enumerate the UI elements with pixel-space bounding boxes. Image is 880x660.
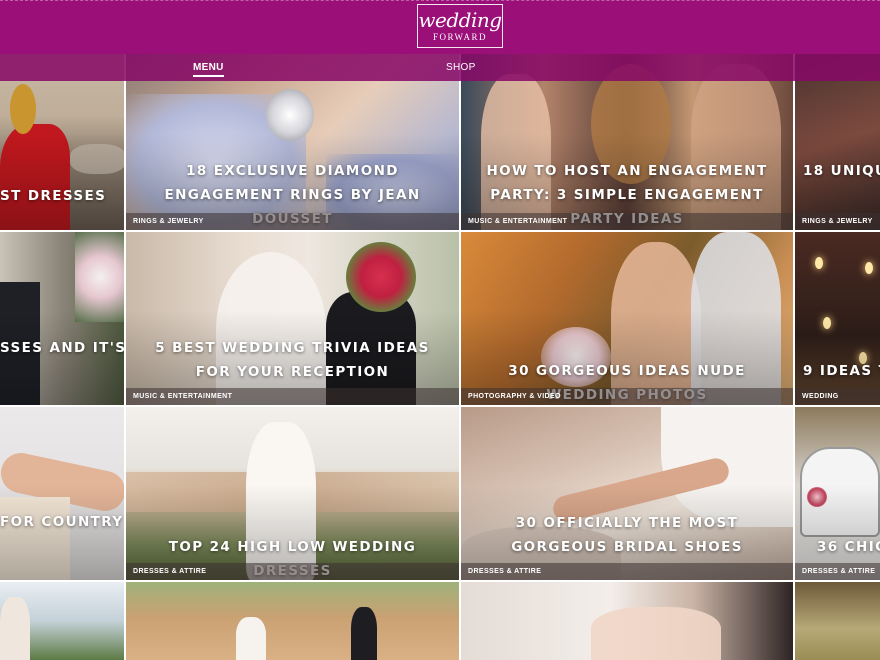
- article-title: 18 UNIQUE: [803, 163, 880, 179]
- article-card[interactable]: [795, 582, 880, 660]
- category-label[interactable]: RINGS & JEWELRY: [126, 213, 459, 230]
- article-card[interactable]: 36 CHIC DRESSES & ATTIRE: [795, 407, 880, 582]
- article-title: 5 BEST WEDDING TRIVIA IDEAS FOR YOUR REC…: [155, 340, 430, 380]
- logo-text-wedding: wedding: [418, 8, 502, 32]
- article-title: 30 OFFICIALLY THE MOST GORGEOUS BRIDAL S…: [511, 515, 743, 555]
- category-label[interactable]: DRESSES & ATTIRE: [461, 563, 793, 580]
- category-label[interactable]: RINGS & JEWELRY: [795, 213, 880, 230]
- article-title: 9 IDEAS TO: [803, 363, 880, 379]
- main-nav: MENU SHOP: [0, 54, 880, 81]
- article-card[interactable]: 30 OFFICIALLY THE MOST GORGEOUS BRIDAL S…: [461, 407, 795, 582]
- article-card[interactable]: TOP 24 HIGH LOW WEDDING DRESSES DRESSES …: [126, 407, 461, 582]
- article-card[interactable]: 9 IDEAS TO WEDDING PLANNING: [795, 232, 880, 407]
- category-label[interactable]: WEDDING PLANNING: [795, 388, 880, 405]
- category-label[interactable]: DRESSES & ATTIRE: [126, 563, 459, 580]
- logo-text-forward: FORWARD: [432, 32, 487, 42]
- article-card[interactable]: 30 GORGEOUS IDEAS NUDE WEDDING PHOTOS PH…: [461, 232, 795, 407]
- category-label[interactable]: PHOTOGRAPHY & VIDEO: [461, 388, 793, 405]
- article-title: ST DRESSES: [0, 188, 107, 204]
- nav-shop-link[interactable]: SHOP: [446, 62, 476, 73]
- category-label[interactable]: MUSIC & ENTERTAINMENT: [461, 213, 793, 230]
- nav-menu-link[interactable]: MENU: [193, 62, 224, 77]
- article-card[interactable]: [0, 582, 126, 660]
- site-header: wedding FORWARD: [0, 0, 880, 54]
- article-title: 36 CHIC: [817, 539, 880, 555]
- article-card[interactable]: [461, 582, 795, 660]
- category-label[interactable]: MUSIC & ENTERTAINMENT: [126, 388, 459, 405]
- article-card[interactable]: FOR COUNTRY: [0, 407, 126, 582]
- category-label[interactable]: DRESSES & ATTIRE: [795, 563, 880, 580]
- article-card[interactable]: 5 BEST WEDDING TRIVIA IDEAS FOR YOUR REC…: [126, 232, 461, 407]
- article-title: FOR COUNTRY: [0, 514, 124, 530]
- article-card[interactable]: SSES AND IT'S: [0, 232, 126, 407]
- site-logo[interactable]: wedding FORWARD: [417, 4, 503, 48]
- article-title: SSES AND IT'S: [0, 340, 126, 356]
- article-card[interactable]: [126, 582, 461, 660]
